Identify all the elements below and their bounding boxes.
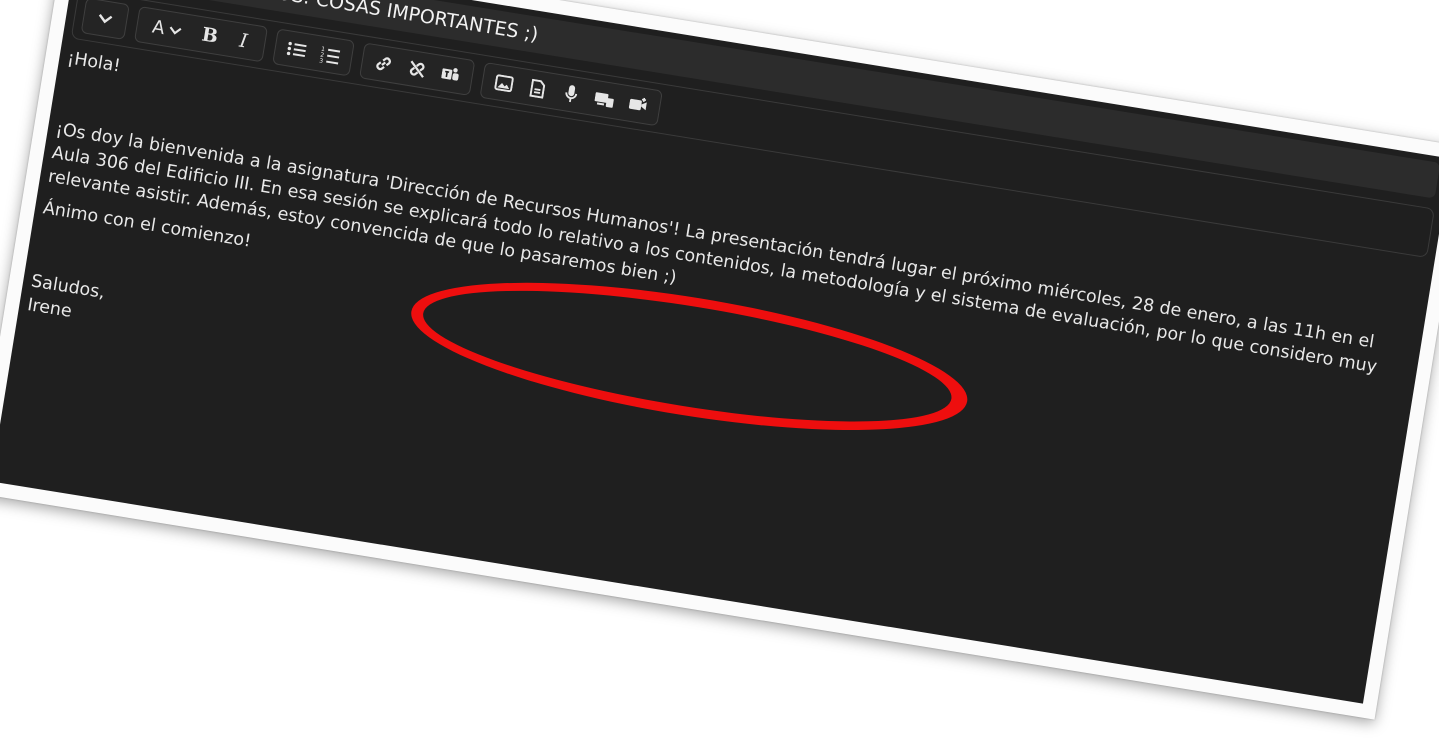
collapse-toolbar-button[interactable] [86, 1, 124, 36]
italic-button[interactable]: I [224, 24, 262, 59]
image-icon [494, 74, 514, 93]
link-icon [376, 57, 391, 71]
screenshot-photo: RECURSOS HUMANOS: COSAS IMPORTANTES ;) A… [0, 0, 1439, 720]
remove-link-button[interactable] [398, 52, 436, 87]
insert-file-button[interactable] [518, 71, 556, 106]
svg-text:3: 3 [319, 57, 324, 65]
numbered-list-button[interactable]: 123 [311, 38, 349, 73]
bullet-list-button[interactable] [278, 32, 316, 67]
toolbar-group-lists: 123 [272, 28, 355, 77]
font-color-icon: A [150, 15, 167, 39]
chevron-down-icon [169, 26, 182, 35]
bullet-list-icon [286, 41, 307, 58]
email-editor: RECURSOS HUMANOS: COSAS IMPORTANTES ;) A… [0, 0, 1439, 704]
unlink-icon [409, 60, 425, 78]
bold-button[interactable]: B [191, 18, 229, 53]
toolbar-group-text: A B I [133, 6, 269, 63]
file-icon [529, 78, 546, 99]
font-color-button[interactable]: A [139, 10, 195, 48]
record-audio-button[interactable] [552, 77, 590, 112]
toolbar-group-collapse [80, 0, 130, 40]
italic-icon: I [237, 29, 249, 53]
teams-icon [441, 68, 459, 81]
share-screen-button[interactable] [586, 82, 624, 117]
chevron-down-icon [98, 14, 113, 24]
screen-share-icon [594, 92, 614, 108]
insert-video-button[interactable] [619, 87, 657, 122]
insert-image-button[interactable] [485, 66, 523, 101]
teams-button[interactable] [432, 57, 470, 92]
numbered-list-icon: 123 [319, 46, 341, 65]
toolbar-group-links [359, 42, 476, 96]
bold-icon: B [200, 23, 220, 48]
insert-link-button[interactable] [364, 46, 402, 81]
video-icon [628, 97, 647, 111]
microphone-icon [565, 85, 578, 103]
